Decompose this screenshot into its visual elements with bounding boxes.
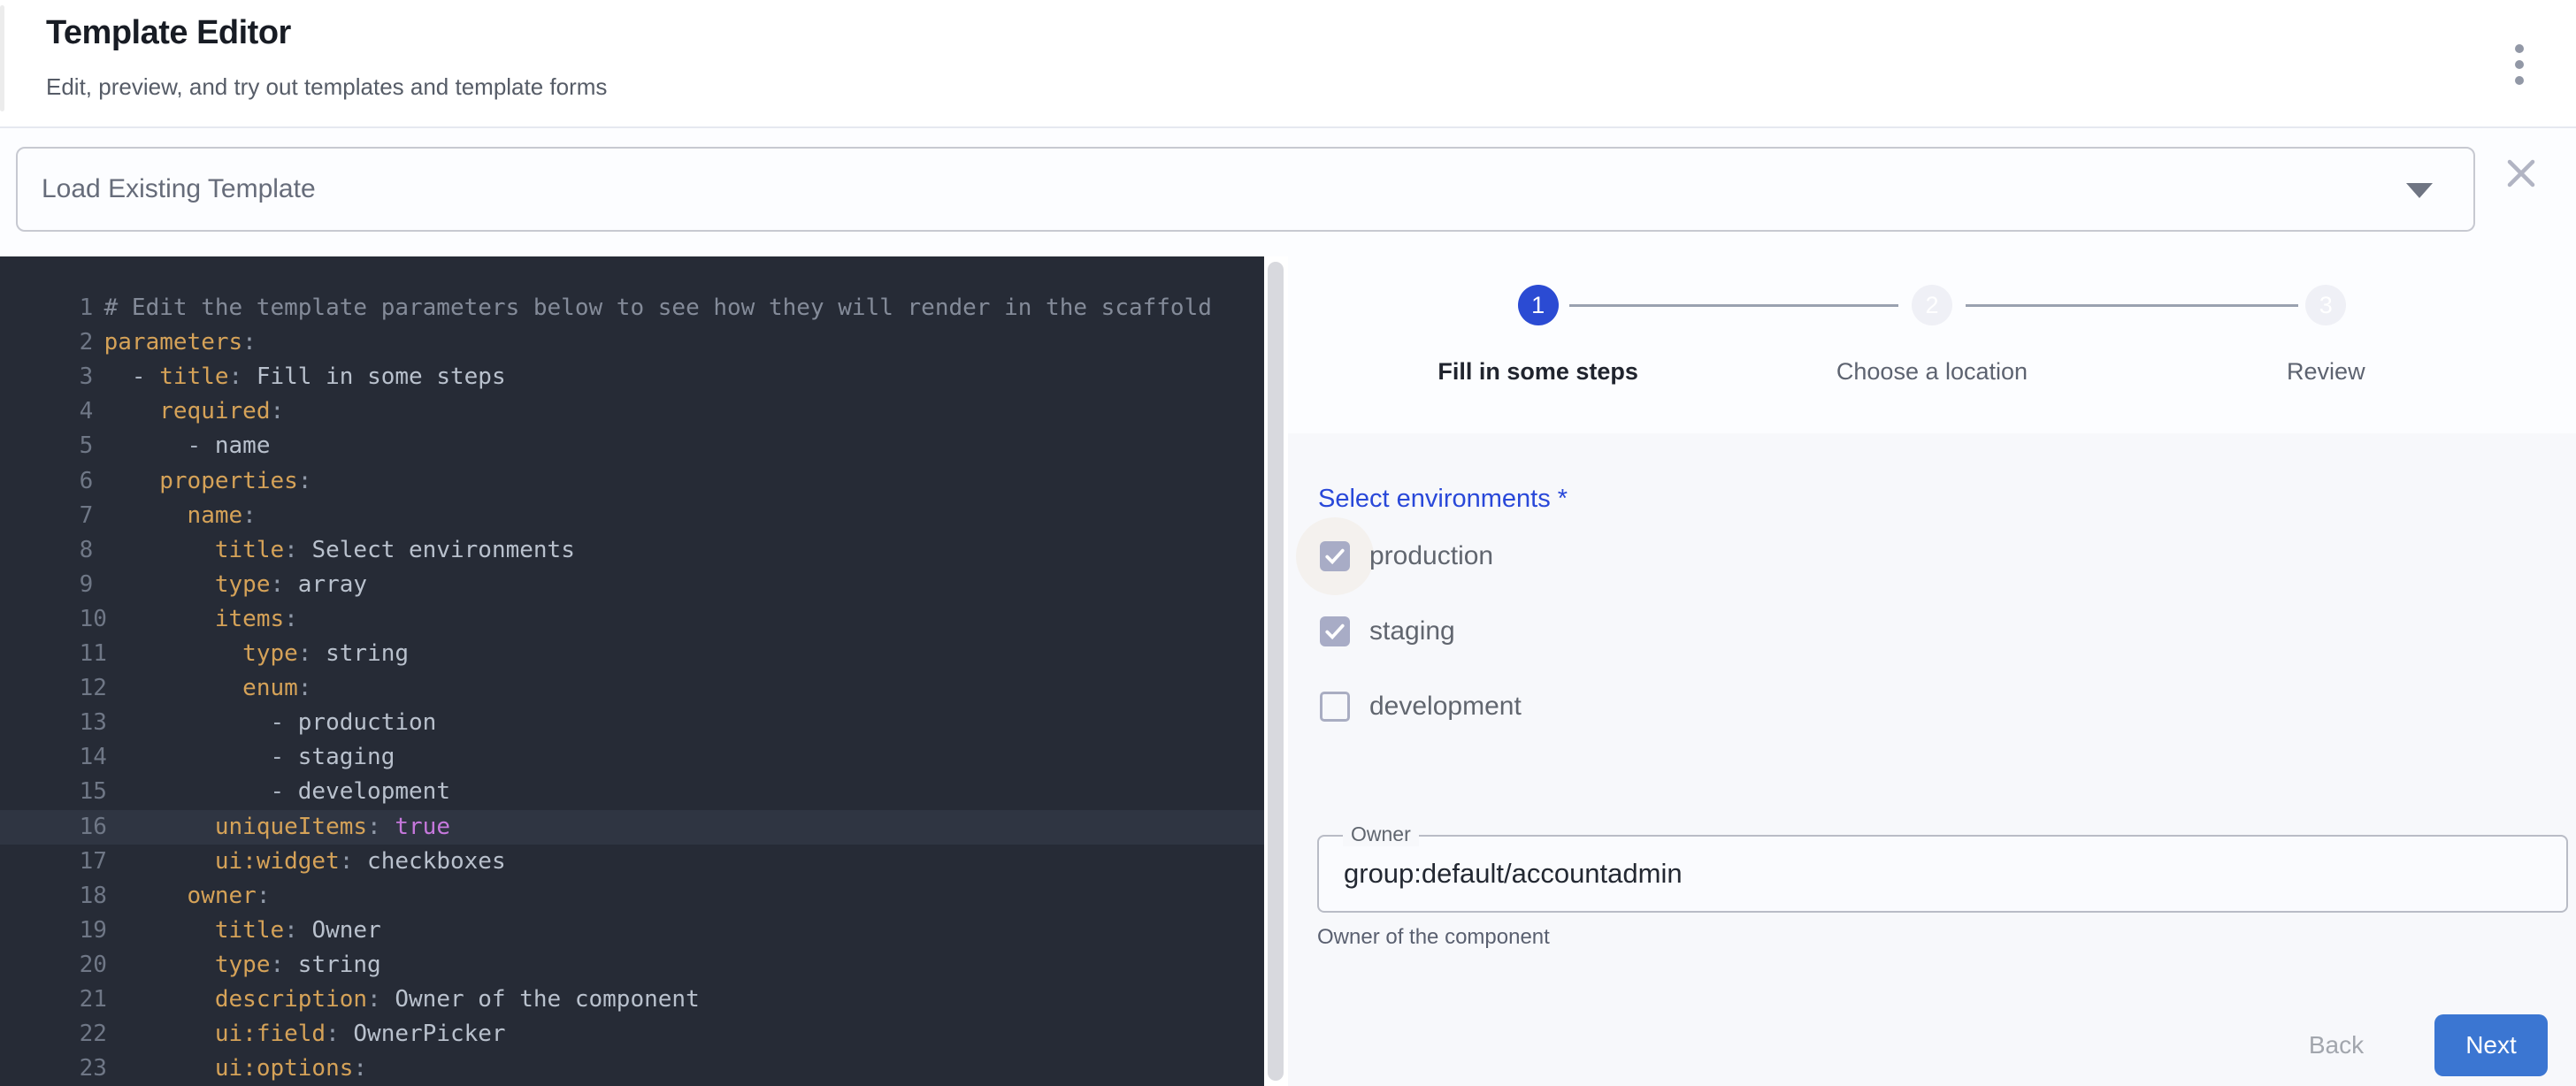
line-code: description: Owner of the component xyxy=(104,986,700,1013)
load-existing-template-select[interactable]: Load Existing Template xyxy=(16,147,2475,232)
line-number: 21 xyxy=(56,983,104,1017)
editor-scrollbar[interactable] xyxy=(1264,256,1288,1086)
line-number: 17 xyxy=(56,845,104,879)
stepper-step-3: 3 Review xyxy=(2129,256,2523,433)
line-code: - development xyxy=(104,778,450,805)
kebab-dot xyxy=(2515,76,2524,85)
line-number: 10 xyxy=(56,602,104,637)
line-code: ui:field: OwnerPicker xyxy=(104,1021,506,1047)
page-title: Template Editor xyxy=(46,14,291,52)
caret-down-icon xyxy=(2406,183,2433,198)
kebab-dot xyxy=(2515,44,2524,53)
template-selector-row: Load Existing Template xyxy=(0,130,2576,256)
line-number: 22 xyxy=(56,1017,104,1052)
stepper: 1 Fill in some steps 2 Choose a location… xyxy=(1288,256,2576,433)
line-number: 5 xyxy=(56,429,104,463)
line-code: - name xyxy=(104,432,271,459)
template-code-editor[interactable]: 1# Edit the template parameters below to… xyxy=(0,256,1264,1086)
step-circle: 3 xyxy=(2305,285,2346,325)
environment-checkbox[interactable] xyxy=(1320,616,1350,646)
line-number: 12 xyxy=(56,671,104,706)
line-code: properties: xyxy=(104,468,312,494)
required-marker: * xyxy=(1551,485,1568,513)
line-code: owner: xyxy=(104,883,271,909)
line-number: 14 xyxy=(56,740,104,775)
line-number: 18 xyxy=(56,879,104,914)
line-code: ui:options: xyxy=(104,1055,367,1082)
template-preview-panel: 1 Fill in some steps 2 Choose a location… xyxy=(1288,256,2576,1086)
environment-checkbox-label[interactable]: development xyxy=(1369,692,1522,722)
checkmark-icon xyxy=(1322,619,1347,644)
step-label: Choose a location xyxy=(1836,358,2028,386)
owner-field xyxy=(1317,835,2568,913)
environment-checkbox[interactable] xyxy=(1320,692,1350,722)
step-label: Fill in some steps xyxy=(1438,358,1638,386)
line-code: title: Owner xyxy=(104,917,381,944)
line-code: ui:widget: checkboxes xyxy=(104,848,506,875)
environments-group-label: Select environments * xyxy=(1318,485,1568,514)
line-code: items: xyxy=(104,606,298,632)
line-number: 9 xyxy=(56,568,104,602)
step-connector xyxy=(1569,304,1898,307)
next-button[interactable]: Next xyxy=(2434,1014,2548,1076)
select-placeholder: Load Existing Template xyxy=(42,149,316,230)
line-code: enum: xyxy=(104,675,312,701)
line-code: required: xyxy=(104,398,285,424)
line-code: type: string xyxy=(104,952,381,978)
line-number: 13 xyxy=(56,706,104,740)
environment-option-row: production xyxy=(1288,541,1907,619)
kebab-menu-icon[interactable] xyxy=(2511,44,2528,85)
environment-checkbox-label[interactable]: production xyxy=(1369,541,1493,571)
page-subtitle: Edit, preview, and try out templates and… xyxy=(46,73,607,101)
line-number: 2 xyxy=(56,325,104,360)
left-scrollbar-thumb[interactable] xyxy=(0,5,4,111)
line-number: 7 xyxy=(56,499,104,533)
page-header: Template Editor Edit, preview, and try o… xyxy=(0,0,2576,128)
line-code: name: xyxy=(104,502,257,529)
line-number: 19 xyxy=(56,914,104,948)
step-circle: 1 xyxy=(1518,285,1559,325)
step-form-panel: Select environments * production staging… xyxy=(1288,433,2576,1086)
line-code: - production xyxy=(104,709,437,736)
step-circle: 2 xyxy=(1912,285,1952,325)
line-code: uniqueItems: true xyxy=(104,814,450,840)
line-number: 6 xyxy=(56,464,104,499)
line-code: parameters: xyxy=(104,329,257,356)
editor-scrollbar-thumb[interactable] xyxy=(1268,262,1284,1081)
editor-line[interactable]: 1# Edit the template parameters below to… xyxy=(0,256,1264,291)
line-number: 11 xyxy=(56,637,104,671)
line-number: 20 xyxy=(56,948,104,983)
line-code: - title: Fill in some steps xyxy=(104,363,506,390)
environments-label-text: Select environments xyxy=(1318,485,1551,513)
kebab-dot xyxy=(2515,60,2524,69)
back-button[interactable]: Back xyxy=(2288,1014,2385,1076)
stepper-step-2: 2 Choose a location xyxy=(1735,256,2128,433)
line-number: 23 xyxy=(56,1052,104,1086)
stepper-step-1: 1 Fill in some steps xyxy=(1341,256,1735,433)
line-number: 3 xyxy=(56,360,104,394)
line-number: 16 xyxy=(56,810,104,845)
environment-checkbox[interactable] xyxy=(1320,541,1350,571)
line-number: 1 xyxy=(56,291,104,325)
close-icon[interactable] xyxy=(2504,157,2538,190)
line-number: 4 xyxy=(56,394,104,429)
line-code: title: Select environments xyxy=(104,537,575,563)
step-connector xyxy=(1966,304,2298,307)
environment-checkbox-label[interactable]: staging xyxy=(1369,616,1455,646)
line-number: 8 xyxy=(56,533,104,568)
owner-field-label: Owner xyxy=(1343,822,1419,846)
step-label: Review xyxy=(2287,358,2365,386)
checkmark-icon xyxy=(1322,544,1347,569)
owner-helper-text: Owner of the component xyxy=(1317,925,1550,950)
environment-option-row: development xyxy=(1288,692,1907,769)
line-code: # Edit the template parameters below to … xyxy=(104,294,1212,321)
owner-input[interactable] xyxy=(1344,838,2538,909)
line-code: - staging xyxy=(104,744,395,770)
line-code: type: array xyxy=(104,571,367,598)
line-number: 15 xyxy=(56,775,104,809)
environment-option-row: staging xyxy=(1288,616,1907,694)
line-code: type: string xyxy=(104,640,409,667)
